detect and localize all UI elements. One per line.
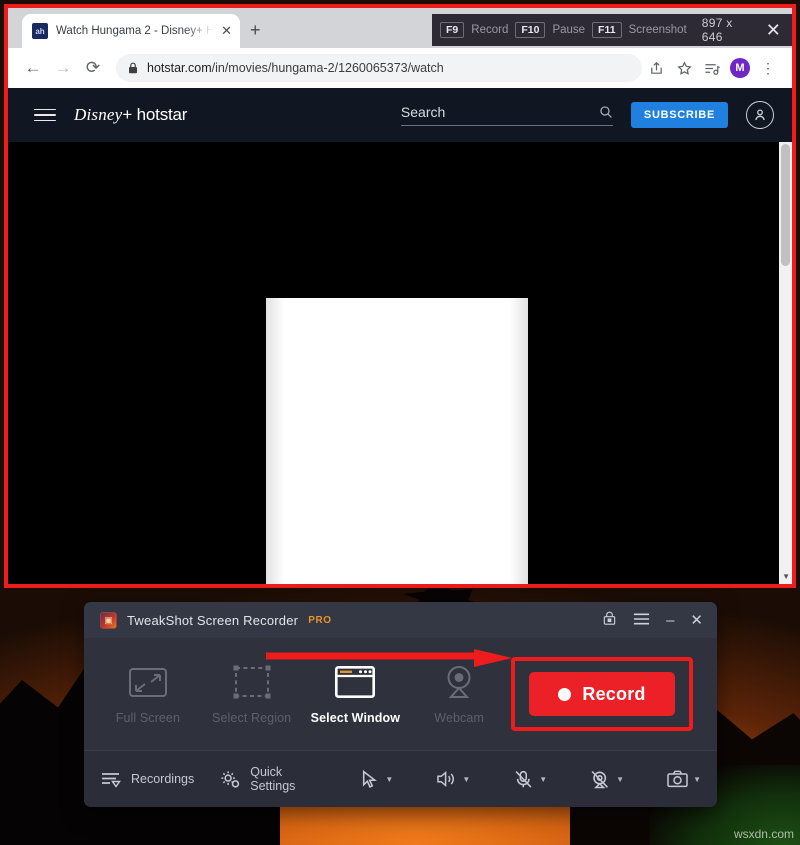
camera-toggle[interactable]: ▼ <box>666 768 701 790</box>
browser-tab[interactable]: ah Watch Hungama 2 - Disney+ Ho ✕ <box>22 14 240 48</box>
profile-icon[interactable] <box>746 101 774 129</box>
mode-full-screen[interactable]: Full Screen <box>96 663 200 725</box>
chrome-browser-window: ah Watch Hungama 2 - Disney+ Ho ✕ + ← → … <box>8 8 792 584</box>
tweakshot-bottom-bar: Recordings Quick Settings ▼ <box>84 750 717 807</box>
address-bar-url: hotstar.com/in/movies/hungama-2/12600653… <box>147 61 444 75</box>
mode-select-window[interactable]: Select Window <box>304 663 408 725</box>
close-icon[interactable]: ✕ <box>763 21 784 39</box>
tab-close-icon[interactable]: ✕ <box>221 23 232 39</box>
hamburger-menu-icon[interactable] <box>633 612 650 629</box>
back-button[interactable]: ← <box>18 54 48 82</box>
scrollbar-down-arrow[interactable]: ▼ <box>782 572 790 581</box>
record-button-label: Record <box>582 684 645 705</box>
record-button[interactable]: Record <box>529 672 675 716</box>
url-path: /in/movies/hungama-2/1260065373/watch <box>212 61 444 75</box>
hotkey-screenshot[interactable]: F11 <box>592 22 622 39</box>
tab-title: Watch Hungama 2 - Disney+ Ho <box>56 25 213 37</box>
minimize-button[interactable]: – <box>666 613 674 628</box>
tweakshot-app-icon: ▣ <box>100 612 117 629</box>
recordings-label: Recordings <box>131 772 194 786</box>
mode-webcam[interactable]: Webcam <box>407 663 511 725</box>
browser-omnibar: ← → ⟳ hotstar.com/in/movies/hungama-2/12… <box>8 48 792 88</box>
camera-icon <box>666 768 688 790</box>
gear-icon <box>220 768 241 790</box>
mode-label: Select Region <box>212 711 291 725</box>
tweakshot-app-name: TweakShot Screen Recorder <box>127 613 298 628</box>
microphone-muted-icon <box>512 768 534 790</box>
video-loading-placeholder <box>266 298 528 584</box>
quick-settings-label: Quick Settings <box>250 765 302 793</box>
speaker-toggle[interactable]: ▼ <box>435 768 470 790</box>
tweakshot-titlebar: ▣ TweakShot Screen Recorder PRO – ✕ <box>84 602 717 638</box>
profile-avatar[interactable]: M <box>730 58 750 78</box>
overlay-screenshot-label[interactable]: Screenshot <box>629 24 687 36</box>
webcam-dropdown-caret[interactable]: ▼ <box>616 775 624 784</box>
mode-label: Full Screen <box>116 711 180 725</box>
lock-icon <box>128 62 138 74</box>
share-icon[interactable] <box>642 54 670 82</box>
mode-label: Webcam <box>434 711 484 725</box>
webcam-icon <box>436 663 482 701</box>
scrollbar-thumb[interactable] <box>781 144 790 266</box>
new-tab-button[interactable]: + <box>250 21 261 39</box>
camera-dropdown-caret[interactable]: ▼ <box>693 775 701 784</box>
select-window-icon <box>332 663 378 701</box>
hotstar-header: Disney+ hotstar SUBSCRIBE <box>8 88 792 142</box>
logo-hotstar: + hotstar <box>122 105 187 124</box>
video-player-area[interactable]: ▼ <box>8 142 792 584</box>
hamburger-menu-icon[interactable] <box>34 109 56 122</box>
overlay-pause-label[interactable]: Pause <box>552 24 585 36</box>
recordings-button[interactable]: Recordings <box>100 768 194 790</box>
hotkey-record[interactable]: F9 <box>440 22 464 39</box>
disney-hotstar-logo[interactable]: Disney+ hotstar <box>74 105 187 125</box>
page-scrollbar[interactable]: ▼ <box>779 142 792 584</box>
store-lock-icon[interactable] <box>602 611 617 629</box>
quick-settings-button[interactable]: Quick Settings <box>220 765 302 793</box>
reload-button[interactable]: ⟳ <box>78 54 108 82</box>
cursor-dropdown-caret[interactable]: ▼ <box>385 775 393 784</box>
pro-badge: PRO <box>308 615 331 626</box>
webcam-muted-toggle[interactable]: ▼ <box>589 768 624 790</box>
record-dot-icon <box>558 688 571 701</box>
url-host: hotstar.com <box>147 61 212 75</box>
subscribe-button[interactable]: SUBSCRIBE <box>631 102 728 128</box>
full-screen-icon <box>125 663 171 701</box>
microphone-muted-toggle[interactable]: ▼ <box>512 768 547 790</box>
search-input[interactable] <box>401 104 599 120</box>
browser-menu-icon[interactable]: ⋮ <box>754 54 782 82</box>
microphone-dropdown-caret[interactable]: ▼ <box>539 775 547 784</box>
overlay-record-label[interactable]: Record <box>471 24 508 36</box>
record-button-highlight: Record <box>511 657 693 731</box>
tweakshot-recorder-window: ▣ TweakShot Screen Recorder PRO – ✕ <box>84 602 717 807</box>
webcam-muted-icon <box>589 768 611 790</box>
search-icon[interactable] <box>599 105 613 119</box>
recording-control-overlay: F9 Record F10 Pause F11 Screenshot 897 x… <box>432 14 792 46</box>
close-button[interactable]: ✕ <box>690 613 703 628</box>
red-arrow-annotation <box>266 649 516 667</box>
select-region-icon <box>229 663 275 701</box>
capture-dimensions: 897 x 646 <box>702 16 756 44</box>
reading-list-icon[interactable] <box>698 54 726 82</box>
window-controls: – ✕ <box>602 611 703 629</box>
hotstar-page: Disney+ hotstar SUBSCRIBE ▼ <box>8 88 792 584</box>
address-bar[interactable]: hotstar.com/in/movies/hungama-2/12600653… <box>116 54 642 82</box>
tab-favicon: ah <box>32 23 48 39</box>
logo-disney: Disney <box>74 105 122 124</box>
mode-label: Select Window <box>311 711 400 725</box>
cursor-icon <box>358 768 380 790</box>
hotkey-pause[interactable]: F10 <box>515 22 545 39</box>
speaker-icon <box>435 768 457 790</box>
recordings-icon <box>100 768 122 790</box>
mode-select-region[interactable]: Select Region <box>200 663 304 725</box>
speaker-dropdown-caret[interactable]: ▼ <box>462 775 470 784</box>
search-field[interactable] <box>401 104 613 126</box>
forward-button[interactable]: → <box>48 54 78 82</box>
bookmark-star-icon[interactable] <box>670 54 698 82</box>
site-watermark: wsxdn.com <box>734 827 794 841</box>
cursor-toggle[interactable]: ▼ <box>358 768 393 790</box>
